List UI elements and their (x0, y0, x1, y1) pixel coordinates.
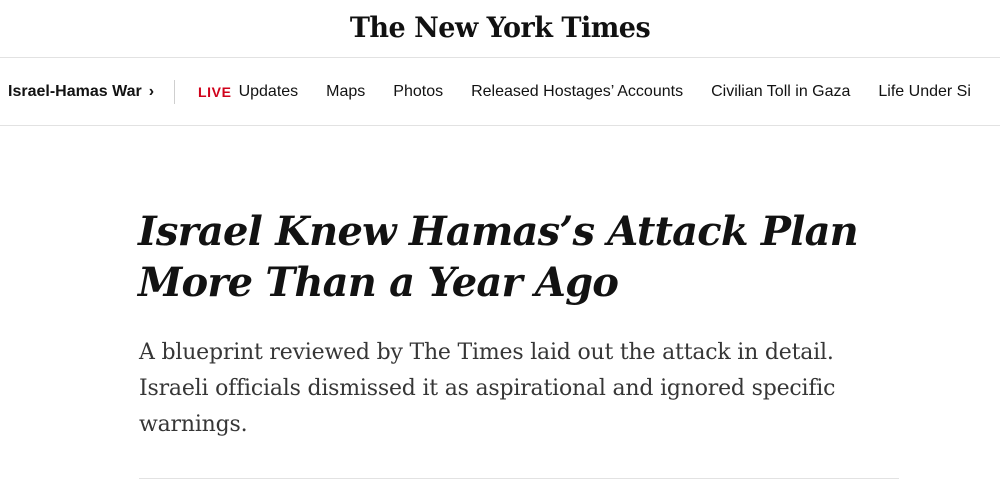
article-page: The New York Times Israel-Hamas War › LI… (0, 0, 1000, 499)
nav-item-hostages-accounts[interactable]: Released Hostages’ Accounts (471, 83, 683, 101)
nav-item-label[interactable]: Life Under Si (878, 83, 971, 101)
nav-divider-bottom (0, 125, 1000, 126)
masthead: The New York Times (0, 0, 1000, 57)
section-title-link[interactable]: Israel-Hamas War › (8, 83, 154, 101)
live-badge: LIVE (198, 83, 232, 100)
nav-item-life-under-siege[interactable]: Life Under Si (878, 83, 971, 101)
nav-item-civilian-toll[interactable]: Civilian Toll in Gaza (711, 83, 850, 101)
nav-item-maps[interactable]: Maps (326, 83, 365, 101)
chevron-right-icon: › (148, 82, 155, 100)
nav-item-photos[interactable]: Photos (393, 83, 443, 101)
article-summary: A blueprint reviewed by The Times laid o… (139, 340, 836, 437)
summary-divider (139, 478, 899, 479)
nav-divider (174, 79, 176, 104)
section-title-label: Israel-Hamas War (8, 82, 142, 100)
article-headline: Israel Knew Hamas’s Attack Plan More Tha… (138, 208, 859, 306)
nav-item-label[interactable]: Photos (393, 83, 443, 101)
nav-item-label[interactable]: Maps (326, 83, 365, 101)
nav-item-label[interactable]: Released Hostages’ Accounts (471, 83, 683, 101)
nav-item-live-updates[interactable]: LIVE Updates (198, 83, 298, 101)
nyt-logo[interactable]: The New York Times (350, 15, 651, 43)
nav-item-label[interactable]: Updates (239, 83, 299, 101)
nav-item-label[interactable]: Civilian Toll in Gaza (711, 83, 850, 101)
section-nav: Israel-Hamas War › LIVE Updates Maps Pho… (0, 58, 1000, 125)
